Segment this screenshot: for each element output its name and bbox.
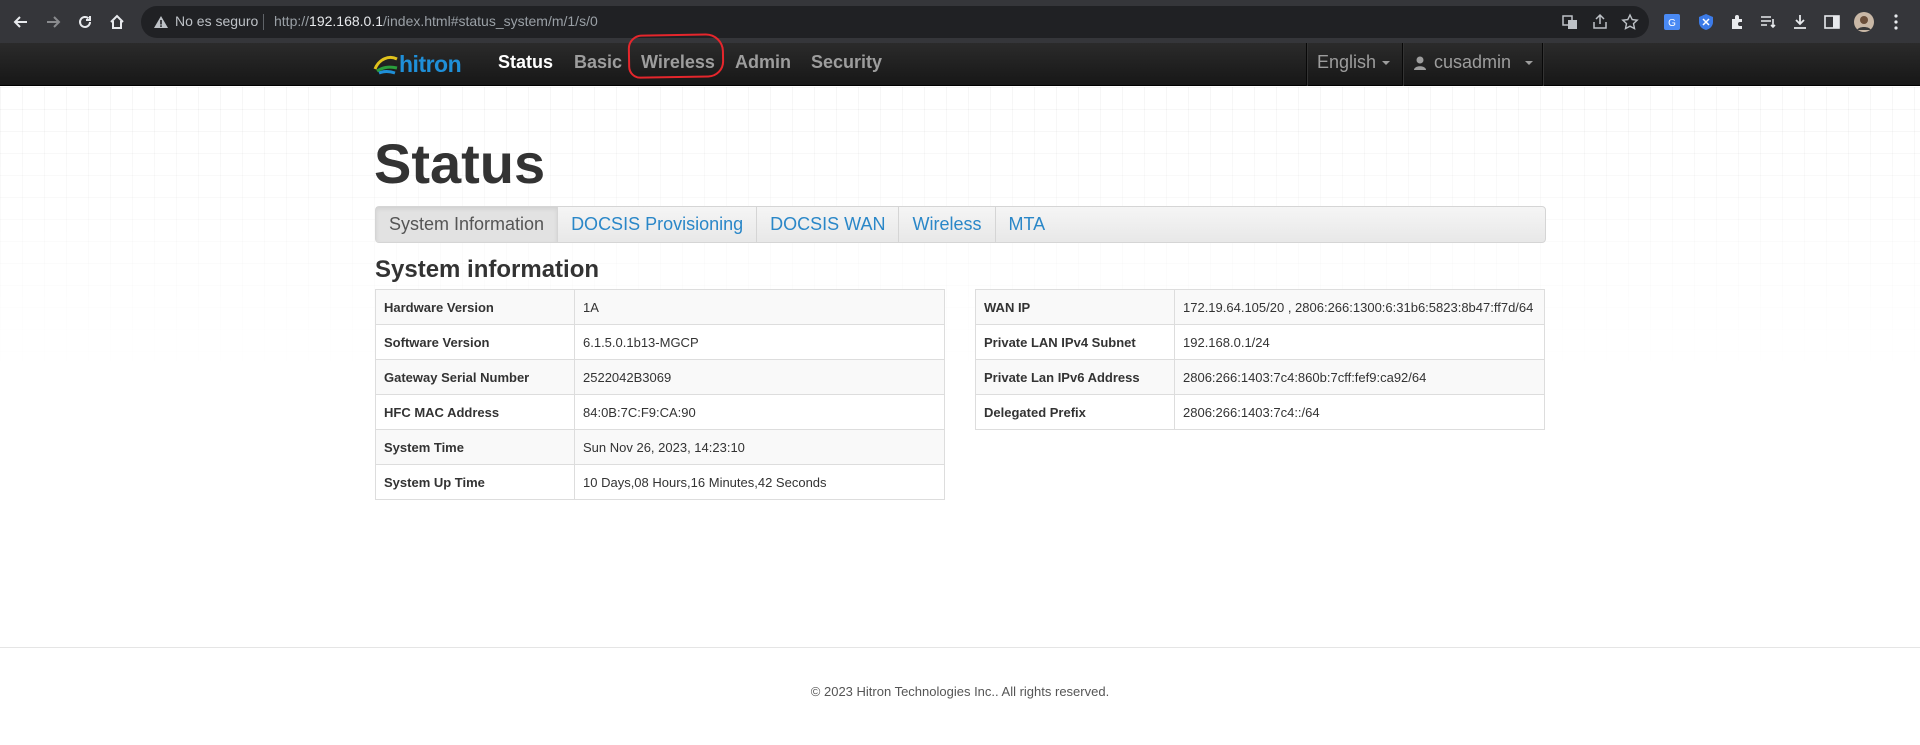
row-label: WAN IP (975, 289, 1175, 325)
warning-icon[interactable] (153, 14, 169, 30)
row-value: Sun Nov 26, 2023, 14:23:10 (574, 429, 945, 465)
navbar-divider (1306, 43, 1307, 86)
table-row: HFC MAC Address 84:0B:7C:F9:CA:90 (375, 394, 945, 430)
table-row: System Up Time 10 Days,08 Hours,16 Minute… (375, 464, 945, 500)
svg-text:G: G (1668, 18, 1676, 29)
table-row: Delegated Prefix 2806:266:1403:7c4::/64 (975, 394, 1545, 430)
caret-down-icon (1382, 61, 1391, 66)
nav-status[interactable]: Status (498, 52, 553, 73)
row-value: 10 Days,08 Hours,16 Minutes,42 Seconds (574, 464, 945, 500)
forward-arrow-icon[interactable] (40, 9, 66, 35)
tab-system-information[interactable]: System Information (376, 207, 559, 242)
translate-icon[interactable] (1561, 13, 1579, 31)
browser-toolbar: No es seguro http://192.168.0.1/index.ht… (0, 0, 1920, 43)
caret-down-icon (1525, 60, 1534, 65)
nav-basic[interactable]: Basic (574, 52, 622, 73)
section-title: System information (375, 256, 600, 283)
footer-copyright: © 2023 Hitron Technologies Inc.. All rig… (810, 684, 1110, 699)
media-queue-icon[interactable] (1758, 12, 1778, 32)
navbar-divider (1542, 43, 1543, 86)
row-value: 2806:266:1403:7c4:860b:7cff:fef9:ca92/64 (1174, 359, 1545, 395)
tab-wireless[interactable]: Wireless (899, 207, 996, 242)
table-row: WAN IP 172.19.64.105/20 , 2806:266:1300:6… (975, 289, 1545, 325)
google-translate-extension-icon[interactable]: G (1662, 12, 1682, 32)
reload-icon[interactable] (72, 9, 98, 35)
table-row: Private LAN IPv4 Subnet 192.168.0.1/24 (975, 324, 1545, 360)
hitron-logo[interactable]: hitron (373, 49, 462, 79)
table-row: Hardware Version 1A (375, 289, 945, 325)
row-label: System Up Time (375, 464, 575, 500)
hitron-swoosh-icon (373, 55, 398, 75)
home-icon[interactable] (104, 9, 130, 35)
tab-mta[interactable]: MTA (996, 207, 1059, 242)
security-status-label[interactable]: No es seguro (175, 13, 258, 29)
nav-admin[interactable]: Admin (735, 52, 791, 73)
url-text[interactable]: http://192.168.0.1/index.html#status_sys… (274, 13, 598, 29)
user-icon (1414, 56, 1426, 70)
nav-security[interactable]: Security (811, 52, 882, 73)
row-value: 192.168.0.1/24 (1174, 324, 1545, 360)
row-value: 2806:266:1403:7c4::/64 (1174, 394, 1545, 430)
row-label: Private LAN IPv4 Subnet (975, 324, 1175, 360)
download-icon[interactable] (1790, 12, 1810, 32)
share-icon[interactable] (1591, 13, 1609, 31)
row-label: Delegated Prefix (975, 394, 1175, 430)
bookmark-star-icon[interactable] (1621, 13, 1639, 31)
back-arrow-icon[interactable] (8, 9, 34, 35)
row-value: 172.19.64.105/20 , 2806:266:1300:6:31b6:… (1174, 289, 1545, 325)
omnibox-divider (263, 14, 264, 30)
footer-divider (0, 647, 1920, 648)
row-value: 6.1.5.0.1b13-MGCP (574, 324, 945, 360)
row-value: 84:0B:7C:F9:CA:90 (574, 394, 945, 430)
page-title: Status (374, 132, 546, 195)
row-label: Private Lan IPv6 Address (975, 359, 1175, 395)
row-label: Hardware Version (375, 289, 575, 325)
status-tabs: System Information DOCSIS Provisioning D… (375, 206, 1546, 243)
logo-wordmark: hitron (399, 50, 462, 77)
user-dropdown[interactable]: cusadmin (1414, 52, 1534, 73)
row-value: 1A (574, 289, 945, 325)
browser-menu-icon[interactable] (1886, 12, 1906, 32)
table-row: Gateway Serial Number 2522042B3069 (375, 359, 945, 395)
language-label: English (1317, 52, 1377, 72)
row-value: 2522042B3069 (574, 359, 945, 395)
table-row: Private Lan IPv6 Address 2806:266:1403:7c… (975, 359, 1545, 395)
system-info-table-right: WAN IP 172.19.64.105/20 , 2806:266:1300:6… (975, 289, 1545, 430)
row-label: HFC MAC Address (375, 394, 575, 430)
system-info-table-left: Hardware Version 1A Software Version 6.1.5… (375, 289, 945, 500)
user-name: cusadmin (1434, 52, 1512, 72)
puzzle-extensions-icon[interactable] (1728, 12, 1748, 32)
row-label: System Time (375, 429, 575, 465)
profile-avatar-icon[interactable] (1854, 12, 1874, 32)
table-row: System Time Sun Nov 26, 2023, 14:23:10 (375, 429, 945, 465)
shield-extension-icon[interactable] (1696, 12, 1716, 32)
side-panel-icon[interactable] (1822, 12, 1842, 32)
row-label: Gateway Serial Number (375, 359, 575, 395)
navbar-divider (1402, 43, 1403, 86)
annotation-highlight-ring (627, 33, 725, 79)
tab-docsis-wan[interactable]: DOCSIS WAN (757, 207, 900, 242)
site-navbar: hitron Status Basic Wireless Admin Secur… (0, 43, 1920, 86)
address-bar[interactable]: No es seguro http://192.168.0.1/index.ht… (141, 6, 1649, 38)
row-label: Software Version (375, 324, 575, 360)
tab-docsis-provisioning[interactable]: DOCSIS Provisioning (558, 207, 758, 242)
language-dropdown[interactable]: English (1317, 52, 1391, 73)
table-row: Software Version 6.1.5.0.1b13-MGCP (375, 324, 945, 360)
